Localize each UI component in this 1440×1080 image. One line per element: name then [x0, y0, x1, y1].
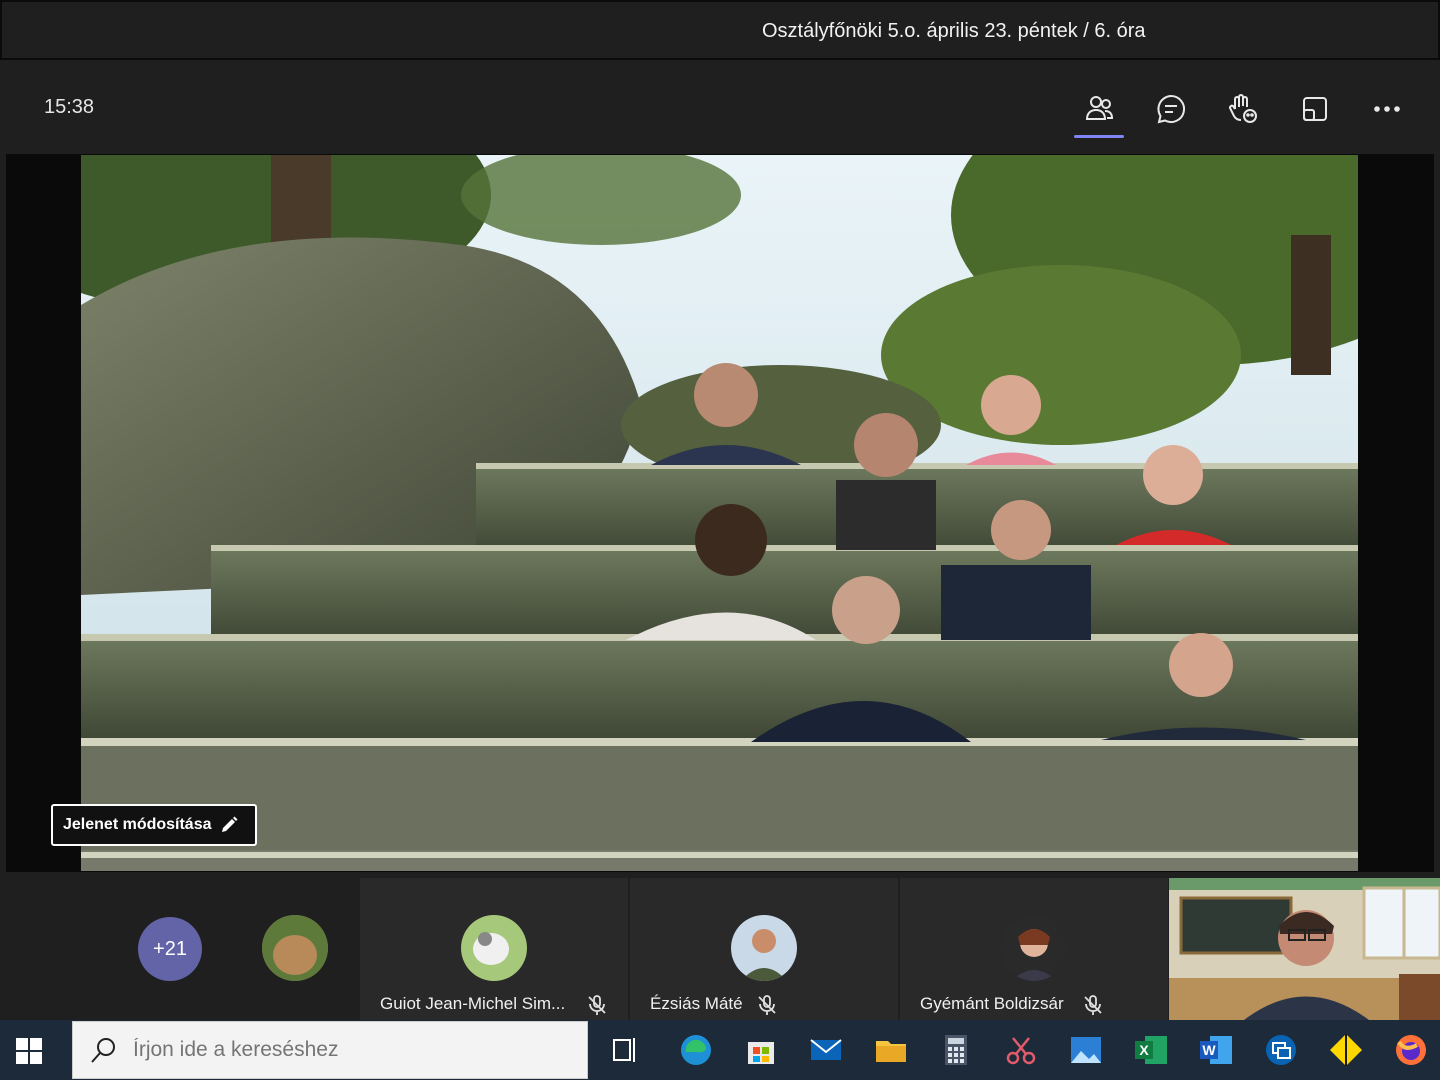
participant-tile[interactable]: Gyémánt Boldizsár — [900, 878, 1168, 1020]
task-view-icon — [613, 1038, 635, 1062]
firefox-button[interactable] — [1391, 1030, 1431, 1070]
diamond-app-icon — [1330, 1034, 1362, 1066]
video-stage — [6, 154, 1434, 872]
photos-icon — [1071, 1037, 1101, 1063]
participant-avatar — [461, 915, 527, 981]
snip-icon — [1006, 1037, 1036, 1065]
change-scene-label: Jelenet módosítása — [63, 816, 212, 833]
people-icon — [1085, 96, 1114, 120]
firefox-icon — [1396, 1035, 1426, 1065]
people-button[interactable] — [1074, 86, 1124, 138]
snip-button[interactable] — [1001, 1030, 1041, 1070]
pencil-icon — [221, 816, 237, 832]
title-bar: Osztályfőnöki 5.o. április 23. péntek / … — [0, 0, 1440, 60]
participant-tile[interactable]: Ézsiás Máté — [630, 878, 898, 1020]
edge-icon — [681, 1035, 711, 1065]
together-mode-scene — [81, 155, 1358, 871]
diamond-app-button[interactable] — [1326, 1030, 1366, 1070]
participant-name: Guiot Jean-Michel Sim... — [380, 994, 566, 1013]
participant-avatar — [1001, 915, 1067, 981]
reactions-button[interactable] — [1220, 86, 1266, 132]
participant-strip: +21 Guiot Jean-Michel Sim... Ézsiás Máté… — [0, 874, 1440, 1020]
store-icon — [748, 1042, 774, 1064]
chat-button[interactable] — [1148, 86, 1194, 132]
task-view-button[interactable] — [604, 1030, 644, 1070]
forest-amphitheater-scene — [81, 155, 1358, 871]
photos-button[interactable] — [1066, 1030, 1106, 1070]
participant-avatar[interactable] — [262, 915, 328, 981]
self-video-preview[interactable] — [1169, 878, 1440, 1020]
excel-button[interactable]: X — [1131, 1030, 1171, 1070]
svg-text:X: X — [1139, 1042, 1149, 1058]
meeting-title: Osztályfőnöki 5.o. április 23. péntek / … — [762, 20, 1146, 42]
mic-muted-icon — [758, 995, 776, 1015]
remote-desktop-button[interactable] — [1261, 1030, 1301, 1070]
share-icon — [1303, 97, 1327, 121]
mic-muted-icon — [1084, 995, 1102, 1015]
mic-muted-icon — [588, 995, 606, 1015]
remote-desktop-icon — [1266, 1035, 1296, 1065]
windows-start-icon[interactable] — [14, 1036, 44, 1066]
more-icon — [1374, 106, 1400, 112]
store-button[interactable] — [741, 1030, 781, 1070]
overflow-participants-badge[interactable]: +21 — [138, 917, 202, 981]
change-scene-button[interactable]: Jelenet módosítása — [51, 804, 257, 846]
more-options-button[interactable] — [1364, 86, 1410, 132]
classroom-background — [1169, 878, 1440, 1020]
mail-button[interactable] — [806, 1030, 846, 1070]
calculator-icon — [945, 1035, 967, 1065]
taskbar-search[interactable] — [72, 1021, 588, 1079]
calculator-button[interactable] — [936, 1030, 976, 1070]
word-button[interactable]: W — [1196, 1030, 1236, 1070]
chat-icon — [1157, 94, 1186, 124]
share-button[interactable] — [1292, 86, 1338, 132]
participant-avatar — [731, 915, 797, 981]
word-icon: W — [1200, 1036, 1232, 1064]
participant-name: Gyémánt Boldizsár — [920, 994, 1064, 1013]
windows-taskbar: X W — [0, 1020, 1440, 1080]
reactions-icon — [1229, 94, 1257, 123]
svg-text:W: W — [1202, 1042, 1216, 1058]
participant-name: Ézsiás Máté — [650, 994, 743, 1013]
participant-tile[interactable]: Guiot Jean-Michel Sim... — [360, 878, 628, 1020]
search-input[interactable] — [133, 1038, 553, 1062]
meeting-clock: 15:38 — [44, 96, 95, 118]
meeting-toolbar: 15:38 — [0, 60, 1440, 152]
search-icon — [91, 1038, 115, 1063]
edge-button[interactable] — [676, 1030, 716, 1070]
mail-icon — [810, 1039, 842, 1060]
file-explorer-icon — [876, 1041, 906, 1062]
excel-icon: X — [1135, 1036, 1167, 1064]
file-explorer-button[interactable] — [871, 1030, 911, 1070]
